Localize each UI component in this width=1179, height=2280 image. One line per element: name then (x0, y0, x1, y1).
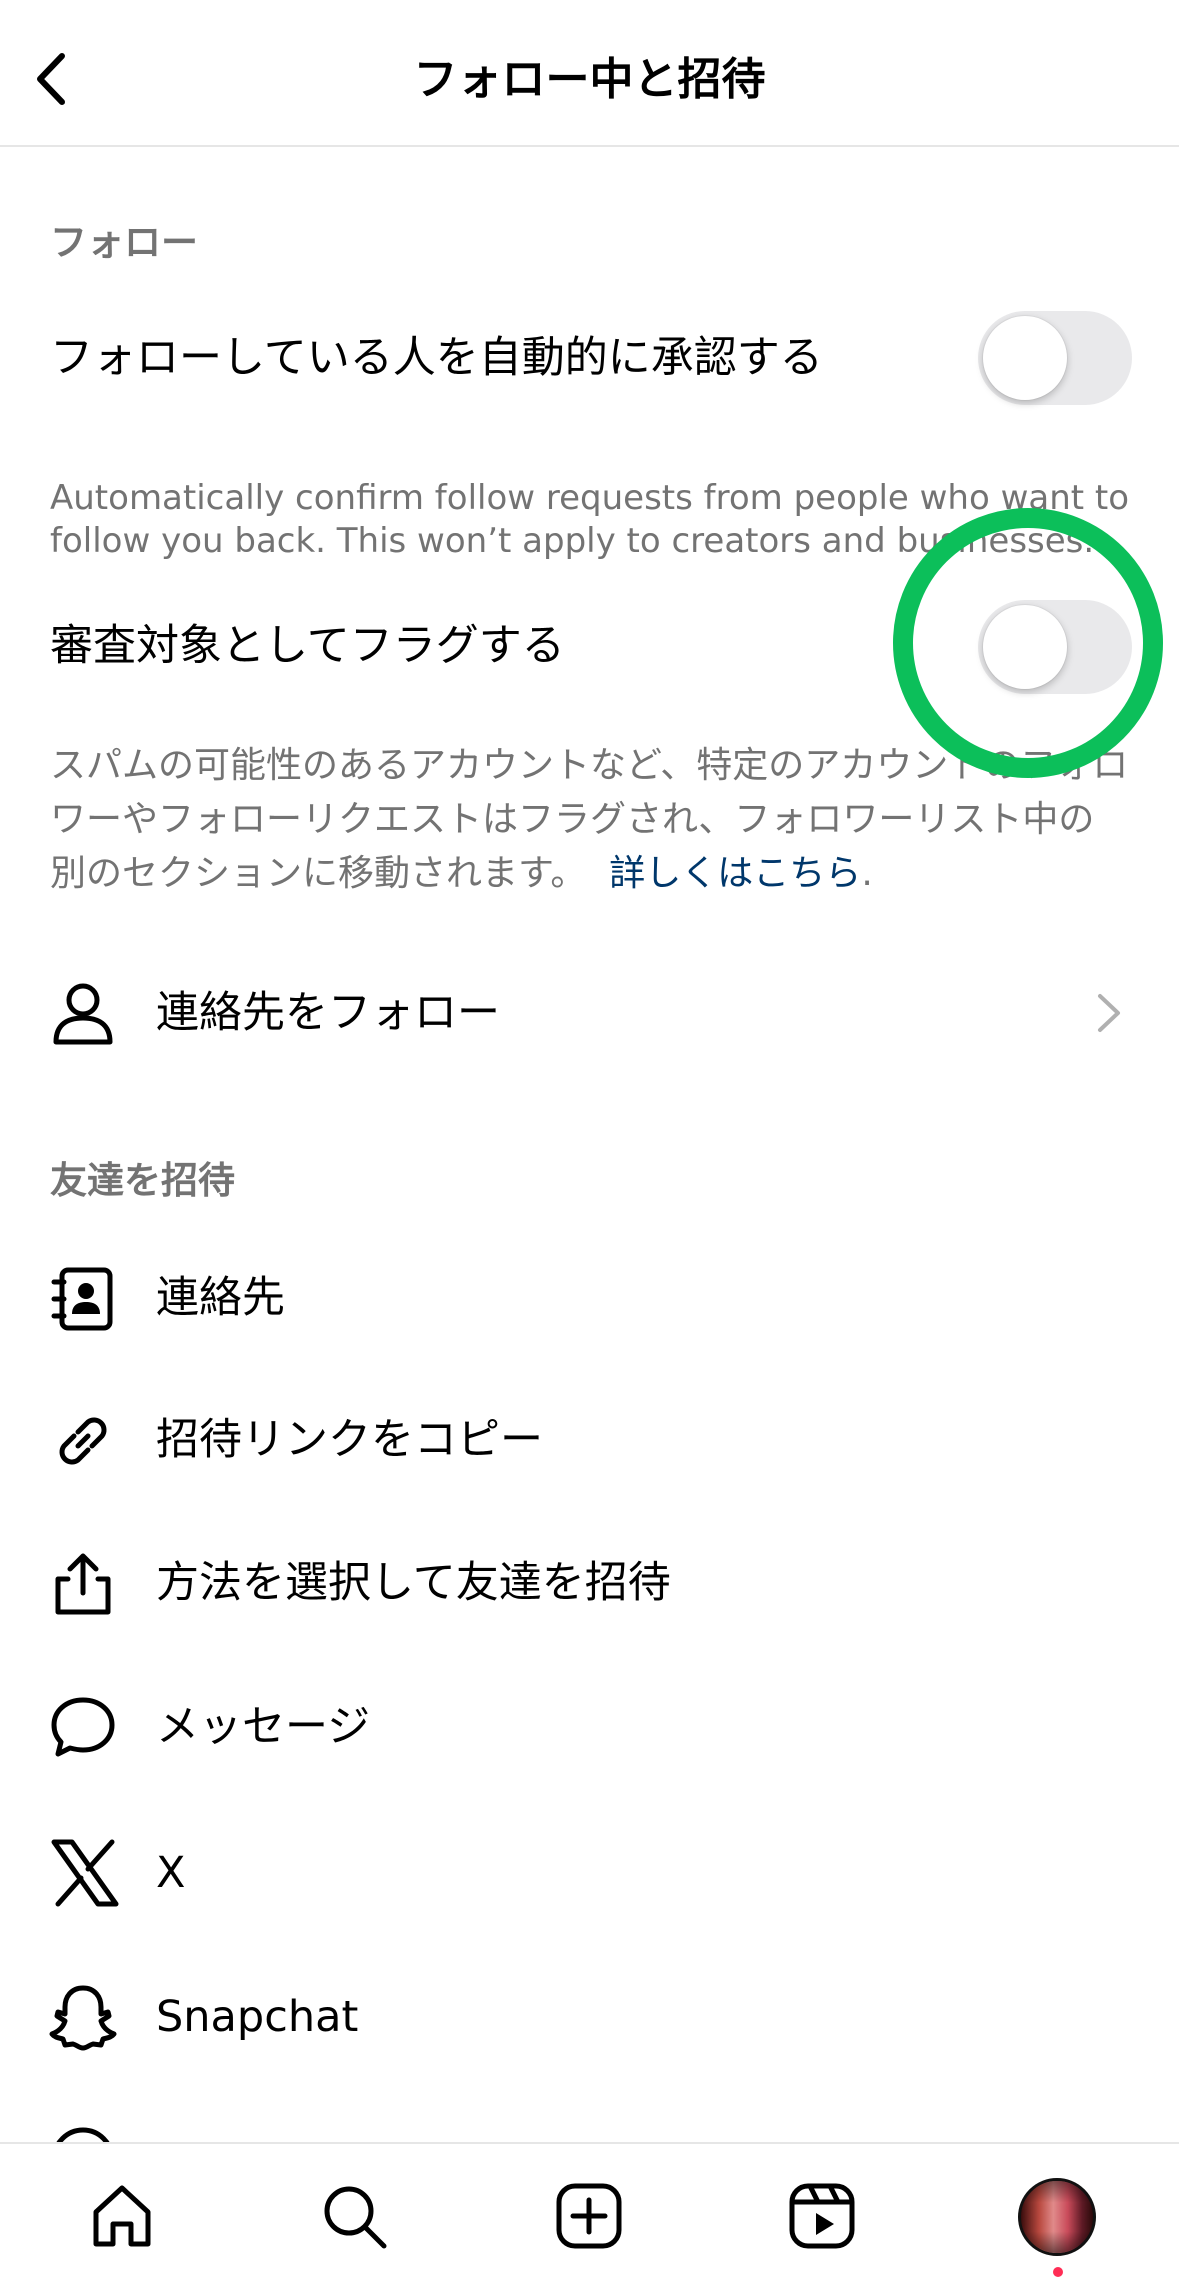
message-bubble-icon (48, 1692, 118, 1762)
link-icon (48, 1406, 118, 1476)
auto-approve-label: フォローしている人を自動的に承認する (50, 333, 823, 383)
notification-dot (1053, 2267, 1063, 2277)
section-heading-follow: フォロー (50, 221, 198, 264)
create-icon[interactable] (553, 2180, 625, 2252)
profile-avatar[interactable] (1018, 2178, 1096, 2256)
next-item-icon-partial (48, 2124, 118, 2144)
avatar-shade (1021, 2181, 1093, 2253)
follow-contacts-label: 連絡先をフォロー (156, 988, 500, 1038)
chevron-right-icon (1088, 988, 1128, 1038)
x-logo-icon (50, 1838, 120, 1908)
flag-review-description-text: スパムの可能性のあるアカウントなど、特定のアカウントのフォロワーやフォローリクエ… (50, 745, 1129, 894)
snapchat-ghost-icon (48, 1982, 118, 2052)
page-title: フォロー中と招待 (413, 54, 766, 105)
auto-approve-toggle[interactable] (978, 311, 1132, 405)
invite-item-label: 連絡先 (156, 1273, 285, 1323)
link-suffix: . (861, 853, 873, 894)
contact-book-icon (48, 1264, 118, 1334)
share-icon (48, 1549, 118, 1619)
invite-item-label: メッセージ (156, 1702, 371, 1752)
invite-item-label: 方法を選択して友達を招待 (156, 1558, 671, 1608)
invite-item-label: X (156, 1848, 186, 1898)
highlight-circle (893, 508, 1163, 778)
invite-item-label: Snapchat (156, 1992, 359, 2042)
toggle-knob (983, 316, 1067, 400)
flag-review-label: 審査対象としてフラグする (50, 621, 565, 671)
reels-icon[interactable] (786, 2180, 858, 2252)
invite-item-label: 招待リンクをコピー (156, 1415, 543, 1465)
learn-more-link[interactable]: 詳しくはこちら (609, 853, 861, 894)
person-icon (48, 978, 118, 1048)
home-icon[interactable] (86, 2180, 158, 2252)
search-icon[interactable] (318, 2180, 390, 2252)
section-heading-invite: 友達を招待 (50, 1159, 235, 1202)
